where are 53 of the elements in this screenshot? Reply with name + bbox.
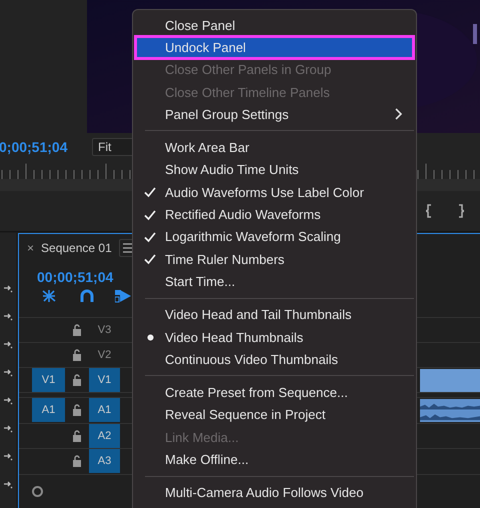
bullet-icon [146, 334, 154, 340]
source-patch[interactable]: V1 [32, 368, 65, 392]
chevron-right-icon [394, 108, 402, 120]
lock-icon[interactable] [72, 349, 82, 361]
video-clip[interactable] [420, 368, 480, 392]
track-label[interactable]: V2 [89, 343, 120, 367]
marker-icon[interactable] [115, 289, 131, 303]
track-label[interactable]: A1 [89, 398, 120, 422]
menu-item[interactable]: Audio Waveforms Use Label Color [135, 181, 414, 204]
tool-icon[interactable] [3, 283, 13, 293]
track-label[interactable]: V1 [89, 368, 120, 392]
checkmark-icon [144, 186, 156, 198]
menu-item[interactable]: Close Panel [135, 14, 414, 36]
menu-item[interactable]: Make Offline... [135, 448, 414, 471]
menu-item[interactable]: Continuous Video Thumbnails [135, 348, 414, 370]
lock-icon[interactable] [72, 455, 82, 468]
checkmark-icon [144, 230, 156, 243]
menu-item[interactable]: Video Head Thumbnails [135, 326, 414, 348]
tool-icon[interactable] [3, 367, 13, 377]
menu-item[interactable]: Time Ruler Numbers [135, 248, 414, 270]
close-tab-button[interactable]: × [27, 240, 34, 254]
checkmark-icon [144, 208, 156, 221]
tool-icon[interactable] [3, 451, 13, 461]
menu-item[interactable]: Panel Group Settings [135, 103, 414, 126]
menu-item[interactable]: Reveal Sequence in Project [135, 404, 414, 426]
checkmark-icon [144, 253, 156, 266]
mark-in-icon[interactable] [426, 204, 432, 218]
menu-item[interactable]: Video Head and Tail Thumbnails [135, 304, 414, 326]
audio-clip[interactable] [420, 398, 480, 422]
scroll-handle[interactable] [32, 486, 43, 497]
menu-item[interactable]: Undock Panel [135, 36, 414, 59]
menu-item[interactable]: Start Time... [135, 270, 414, 293]
menu-item[interactable]: Logarithmic Waveform Scaling [135, 226, 414, 248]
tool-icon[interactable] [3, 479, 13, 489]
tool-icon[interactable] [3, 423, 13, 433]
sequence-tab[interactable]: Sequence 01 [41, 240, 112, 254]
menu-item[interactable]: Show Audio Time Units [135, 158, 414, 182]
track-label[interactable]: V3 [89, 318, 120, 342]
menu-item[interactable]: Create Preset from Sequence... [135, 381, 414, 404]
lock-icon[interactable] [72, 404, 82, 416]
source-patch[interactable]: A1 [32, 398, 65, 422]
magnet-icon[interactable] [79, 289, 95, 303]
lock-icon[interactable] [72, 430, 82, 442]
lock-icon[interactable] [72, 374, 82, 386]
track-label[interactable]: A2 [89, 424, 120, 448]
tool-icon[interactable] [3, 339, 13, 349]
menu-item[interactable]: Multi-Camera Audio Follows Video [135, 482, 414, 504]
mark-out-icon[interactable] [458, 204, 464, 218]
tool-icon[interactable] [3, 311, 13, 321]
timecode: 00;00;51;04 [37, 269, 114, 285]
lock-icon[interactable] [72, 324, 82, 336]
tool-icon[interactable] [3, 395, 13, 405]
track-label[interactable]: A3 [89, 449, 120, 474]
